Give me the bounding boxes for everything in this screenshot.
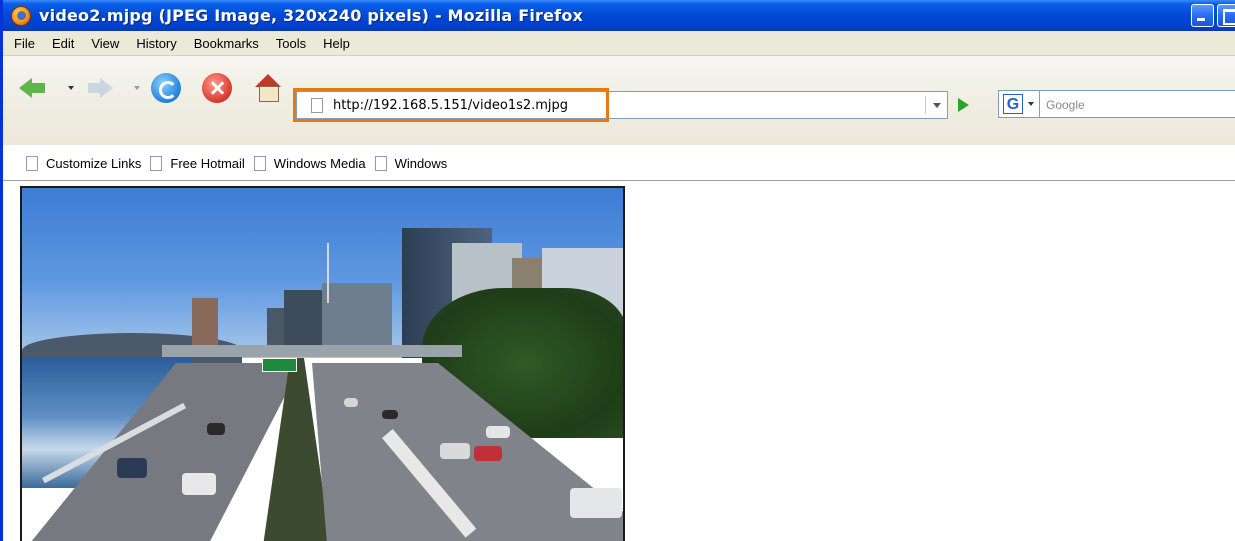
stop-icon[interactable] <box>202 73 232 103</box>
page-icon <box>253 156 266 171</box>
video-road-sign <box>262 358 297 372</box>
bookmark-free-hotmail[interactable]: Free Hotmail <box>150 156 245 171</box>
video-car <box>207 423 225 435</box>
search-engine-dropdown-icon <box>1028 102 1034 106</box>
search-input[interactable]: Google <box>1040 90 1235 118</box>
forward-history-dropdown-icon[interactable] <box>134 86 140 90</box>
menu-bookmarks[interactable]: Bookmarks <box>187 36 266 51</box>
bookmark-label: Free Hotmail <box>170 156 245 171</box>
page-icon <box>26 156 38 171</box>
address-dropdown-icon[interactable] <box>925 96 945 114</box>
reload-icon[interactable] <box>151 73 181 103</box>
navigation-toolbar: http://192.168.5.151/video1s2.mjpg G Goo… <box>3 56 1235 171</box>
menu-bar: File Edit View History Bookmarks Tools H… <box>3 31 1235 56</box>
page-icon <box>150 156 163 171</box>
menu-tools[interactable]: Tools <box>269 36 313 51</box>
window-title: video2.mjpg (JPEG Image, 320x240 pixels)… <box>39 6 584 25</box>
title-bar: video2.mjpg (JPEG Image, 320x240 pixels)… <box>3 0 1235 31</box>
video-car <box>344 398 358 407</box>
video-image <box>20 186 625 541</box>
video-building <box>284 290 324 350</box>
search-engine-selector[interactable]: G <box>998 90 1040 118</box>
video-car <box>117 458 147 478</box>
bookmarks-toolbar: Customize Links Free Hotmail Windows Med… <box>3 147 1235 180</box>
bookmark-label: Customize Links <box>46 156 142 171</box>
video-car <box>440 443 470 459</box>
address-highlight-box <box>293 88 609 122</box>
bookmark-label: Windows <box>394 156 448 171</box>
video-car <box>486 426 510 438</box>
menu-view[interactable]: View <box>84 36 126 51</box>
page-icon <box>374 156 387 171</box>
video-overpass <box>162 345 462 357</box>
google-icon: G <box>1003 94 1023 114</box>
minimize-button[interactable] <box>1191 4 1214 27</box>
page-content <box>3 180 1235 541</box>
menu-help[interactable]: Help <box>316 36 357 51</box>
bookmark-windows[interactable]: Windows <box>374 156 448 171</box>
menu-file[interactable]: File <box>7 36 42 51</box>
maximize-button[interactable] <box>1217 4 1235 27</box>
bookmark-label: Windows Media <box>273 156 366 171</box>
menu-edit[interactable]: Edit <box>45 36 81 51</box>
browser-window: video2.mjpg (JPEG Image, 320x240 pixels)… <box>0 0 1235 541</box>
video-car <box>570 488 622 518</box>
video-crane <box>327 243 329 303</box>
bookmark-windows-media[interactable]: Windows Media <box>253 156 366 171</box>
back-history-dropdown-icon[interactable] <box>68 86 74 90</box>
video-building <box>192 298 218 348</box>
menu-history[interactable]: History <box>129 36 183 51</box>
video-car <box>474 446 502 461</box>
firefox-icon <box>11 5 31 26</box>
go-icon[interactable] <box>958 98 969 112</box>
bookmark-customize-links[interactable]: Customize Links <box>26 156 141 171</box>
video-car <box>182 473 216 495</box>
video-building <box>322 283 392 353</box>
video-car <box>382 410 398 419</box>
back-icon[interactable] <box>17 73 47 103</box>
forward-icon[interactable] <box>85 73 115 103</box>
home-icon[interactable] <box>253 73 283 103</box>
